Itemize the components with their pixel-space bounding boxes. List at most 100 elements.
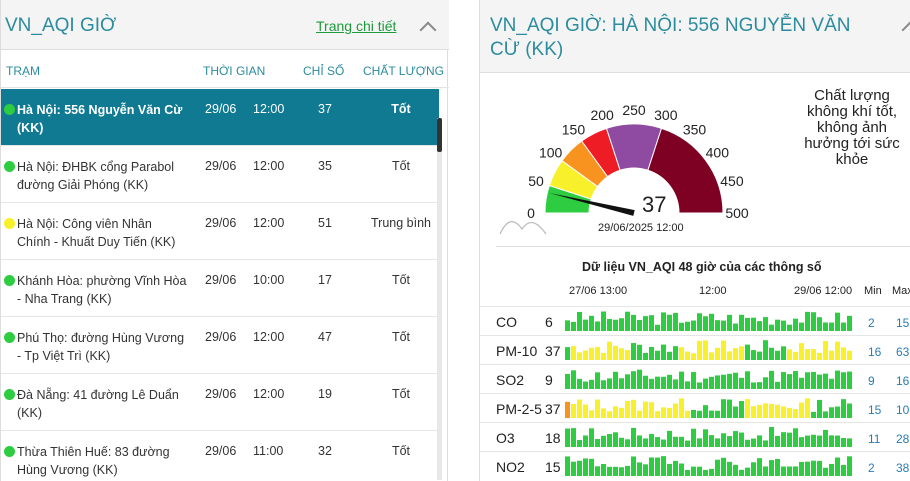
history-bar — [823, 341, 828, 360]
station-name: Hà Nội: Công viên Nhân Chính - Khuất Duy… — [17, 217, 176, 249]
row-date: 29/06 — [205, 216, 237, 230]
scrollbar-track[interactable] — [437, 118, 442, 480]
history-bar — [817, 399, 822, 418]
parameter-max: 15 — [896, 316, 910, 330]
history-tick-end: 29/06 12:00 — [794, 285, 853, 297]
history-bar — [727, 399, 732, 418]
history-tick-start: 27/06 13:00 — [569, 285, 628, 297]
parameter-name: PM-10 — [496, 343, 538, 359]
history-bar — [625, 374, 630, 389]
gauge-scale-label: 300 — [654, 107, 678, 123]
station-list-title: VN_AQI GIỜ — [5, 15, 117, 36]
history-bar — [805, 461, 810, 476]
history-bar — [763, 340, 768, 360]
table-row[interactable]: Thừa Thiên Huế: 83 đường Hùng Vương (KK)… — [1, 431, 439, 481]
history-bar — [781, 346, 786, 360]
history-bar — [799, 402, 804, 418]
history-bar — [643, 464, 648, 476]
row-hour: 10:00 — [253, 273, 285, 287]
history-bar — [811, 434, 816, 447]
history-bar — [601, 464, 606, 476]
parameter-row[interactable]: PM-2-537 15 108 — [480, 393, 910, 421]
history-bar — [625, 350, 630, 360]
table-row[interactable]: Đà Nẵng: 41 đường Lê Duẩn (KK) 29/06 12:00… — [1, 374, 439, 431]
history-bar — [787, 466, 792, 476]
table-row[interactable]: Khánh Hòa: phường Vĩnh Hòa - Nha Trang (… — [1, 260, 439, 317]
history-bar — [691, 320, 696, 331]
row-aqi: 51 — [318, 216, 332, 230]
history-bar — [793, 428, 798, 447]
table-row[interactable]: Hà Nội: 556 Nguyễn Văn Cừ (KK) 29/06 12:00… — [1, 89, 439, 146]
history-bar — [697, 313, 702, 331]
history-bar — [727, 373, 732, 389]
table-row[interactable]: Hà Nội: Công viên Nhân Chính - Khuất Duy… — [1, 203, 439, 260]
history-bar — [805, 349, 810, 360]
parameter-row[interactable]: O3 18 11 28 — [480, 422, 910, 450]
history-bar — [685, 321, 690, 331]
history-bar — [763, 466, 768, 476]
history-bar — [589, 315, 594, 331]
detail-page-link[interactable]: Trang chi tiết — [316, 18, 396, 34]
parameter-min: 11 — [868, 432, 881, 446]
history-bar — [589, 347, 594, 360]
parameter-row[interactable]: PM-10 37 16 63 — [480, 335, 910, 363]
collapse-chevron-icon[interactable] — [901, 21, 910, 39]
history-bar — [817, 435, 822, 447]
history-bar — [793, 409, 798, 418]
history-bar — [667, 314, 672, 331]
history-bar — [667, 351, 672, 360]
parameter-min: 16 — [868, 345, 882, 359]
status-dot-icon — [4, 161, 15, 172]
history-bar — [625, 311, 630, 331]
row-quality: Tốt — [391, 159, 411, 173]
parameter-name: SO2 — [496, 372, 525, 388]
history-bar — [715, 459, 720, 476]
history-bar — [583, 350, 588, 360]
parameter-row[interactable]: CO 6 2 15 — [480, 306, 910, 334]
column-header-station: TRẠM — [6, 64, 40, 78]
station-name: Khánh Hòa: phường Vĩnh Hòa - Nha Trang (… — [17, 274, 187, 306]
history-bar — [631, 371, 636, 389]
history-bar — [631, 427, 636, 447]
history-bar — [571, 321, 576, 331]
history-bar — [637, 435, 642, 447]
history-bar — [739, 314, 744, 331]
history-bar — [847, 456, 852, 476]
scrollbar-thumb[interactable] — [437, 118, 442, 152]
history-bar — [841, 322, 846, 331]
history-bar — [673, 436, 678, 447]
history-bar — [685, 351, 690, 360]
history-bar — [763, 317, 768, 331]
history-bar — [805, 372, 810, 389]
parameter-name: NO2 — [496, 459, 525, 475]
history-bar — [703, 405, 708, 418]
history-bar — [601, 311, 606, 331]
parameter-row[interactable]: NO2 15 2 38 — [480, 451, 910, 479]
history-bar — [733, 431, 738, 447]
history-bar — [721, 399, 726, 418]
row-hour: 11:00 — [253, 444, 284, 458]
history-bar — [679, 463, 684, 476]
row-date: 29/06 — [205, 273, 237, 287]
history-bar — [787, 432, 792, 447]
parameter-row[interactable]: SO2 9 9 16 — [480, 364, 910, 392]
history-bar — [637, 369, 642, 389]
history-bar — [691, 409, 696, 418]
history-bar — [685, 381, 690, 389]
parameter-sparkbars — [565, 427, 852, 447]
history-bar — [757, 382, 762, 389]
history-bar — [577, 440, 582, 447]
status-dot-icon — [4, 104, 15, 115]
history-bar — [685, 469, 690, 476]
table-row[interactable]: Hà Nội: ĐHBK cổng Parabol đường Giải Phó… — [1, 146, 439, 203]
history-bar — [781, 320, 786, 331]
history-bar — [739, 346, 744, 360]
table-row[interactable]: Phú Thọ: đường Hùng Vương - Tp Việt Trì … — [1, 317, 439, 374]
history-bar — [787, 374, 792, 389]
history-bar — [625, 465, 630, 476]
history-bar — [679, 347, 684, 360]
history-bar — [565, 456, 570, 476]
collapse-chevron-icon[interactable] — [419, 21, 437, 39]
station-name: Thừa Thiên Huế: 83 đường Hùng Vương (KK) — [17, 445, 170, 477]
history-bar — [703, 316, 708, 331]
